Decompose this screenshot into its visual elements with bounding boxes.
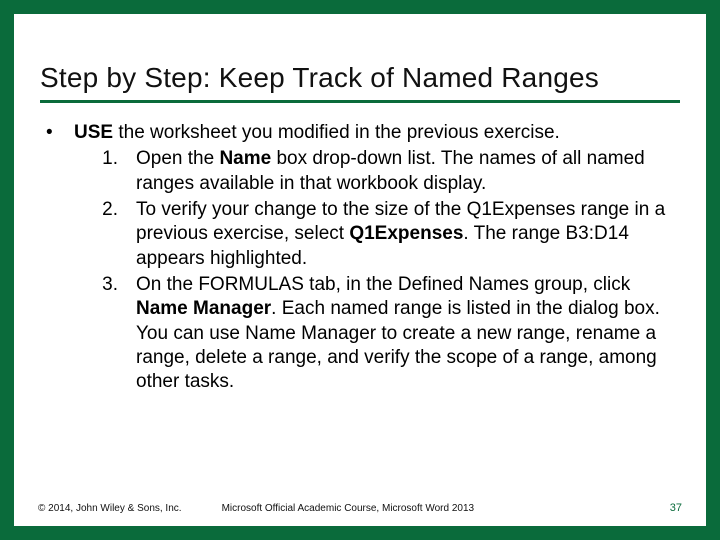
footer: © 2014, John Wiley & Sons, Inc. Microsof… — [38, 502, 682, 514]
step-text-part: On the FORMULAS tab, in the Defined Name… — [136, 274, 630, 295]
step-text-bold: Name Manager — [136, 298, 271, 319]
step-text-bold: Q1Expenses — [349, 223, 463, 244]
step-1: 1. Open the Name box drop-down list. The… — [40, 147, 680, 196]
step-text: On the FORMULAS tab, in the Defined Name… — [136, 273, 680, 395]
step-text: Open the Name box drop-down list. The na… — [136, 147, 680, 196]
steps-list: 1. Open the Name box drop-down list. The… — [40, 147, 680, 394]
slide-title: Step by Step: Keep Track of Named Ranges — [40, 62, 680, 94]
step-text-bold: Name — [219, 148, 271, 169]
lead-line: • USE the worksheet you modified in the … — [40, 121, 680, 145]
step-number: 1. — [40, 147, 136, 196]
step-2: 2. To verify your change to the size of … — [40, 198, 680, 271]
step-number: 3. — [40, 273, 136, 395]
lead-bold: USE — [74, 122, 113, 143]
step-text: To verify your change to the size of the… — [136, 198, 680, 271]
bullet-icon: • — [40, 121, 74, 145]
slide: Step by Step: Keep Track of Named Ranges… — [0, 0, 720, 540]
footer-course: Microsoft Official Academic Course, Micr… — [222, 503, 670, 514]
step-3: 3. On the FORMULAS tab, in the Defined N… — [40, 273, 680, 395]
lead-rest: the worksheet you modified in the previo… — [113, 122, 560, 143]
footer-page-number: 37 — [670, 502, 682, 514]
title-rule — [40, 100, 680, 103]
step-number: 2. — [40, 198, 136, 271]
footer-copyright: © 2014, John Wiley & Sons, Inc. — [38, 503, 182, 514]
step-text-part: Open the — [136, 148, 219, 169]
lead-text: USE the worksheet you modified in the pr… — [74, 121, 680, 145]
slide-body: • USE the worksheet you modified in the … — [40, 121, 680, 394]
